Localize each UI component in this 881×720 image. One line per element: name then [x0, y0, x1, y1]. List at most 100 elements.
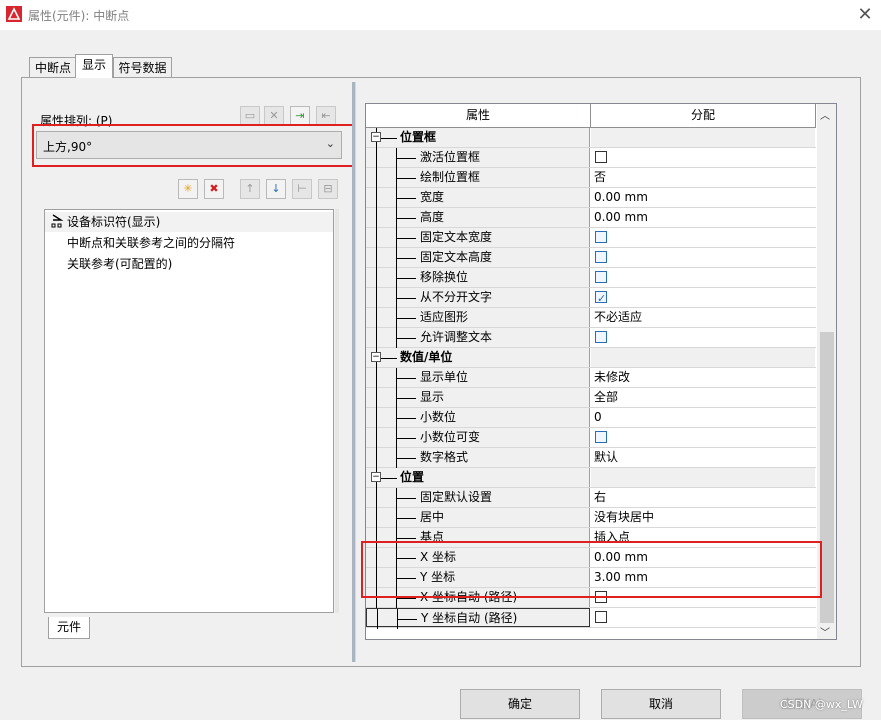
grid-property-row[interactable]: 移除换位	[366, 268, 816, 288]
ok-button[interactable]: 确定	[460, 689, 580, 719]
tree-line	[376, 308, 377, 328]
property-value-cell[interactable]	[591, 228, 815, 247]
property-label: 从不分开文字	[420, 290, 493, 304]
checkbox[interactable]: ✓	[595, 291, 607, 305]
collapse-icon[interactable]: −	[371, 472, 381, 482]
property-value-cell[interactable]	[591, 428, 815, 447]
checkbox[interactable]	[595, 331, 607, 343]
property-value: 否	[594, 170, 607, 184]
property-label: 显示	[420, 390, 445, 404]
grid-property-row[interactable]: 显示单位 未修改	[366, 368, 816, 388]
collapse-icon[interactable]: −	[371, 352, 381, 362]
list-item[interactable]: 关联参考(可配置的)	[67, 254, 172, 274]
remove-icon[interactable]: ✖	[204, 179, 224, 199]
align2-icon[interactable]: ⊟	[318, 179, 338, 199]
scrollbar-thumb[interactable]	[820, 332, 834, 623]
property-value-cell[interactable]	[591, 328, 815, 347]
new-icon[interactable]: ✳	[178, 179, 198, 199]
tree-line	[381, 358, 397, 359]
grid-property-row[interactable]: 适应图形 不必适应	[366, 308, 816, 328]
tree-line	[396, 298, 416, 299]
property-name-cell: 绘制位置框	[366, 168, 590, 188]
tree-line	[396, 338, 416, 339]
grid-property-row[interactable]: 从不分开文字 ✓	[366, 288, 816, 308]
title-bar	[0, 0, 881, 30]
property-value-cell	[591, 468, 815, 487]
save-icon[interactable]: ▭	[240, 106, 260, 126]
cancel-button[interactable]: 取消	[601, 689, 721, 719]
grid-property-row[interactable]: 居中 没有块居中	[366, 508, 816, 528]
close-icon[interactable]: ✕	[852, 2, 878, 28]
property-value-cell[interactable]: 未修改	[591, 368, 815, 387]
property-value-cell[interactable]: 0.00 mm	[591, 188, 815, 207]
tree-line	[376, 488, 377, 508]
list-item[interactable]: 中断点和关联参考之间的分隔符	[67, 233, 235, 253]
grid-group-row[interactable]: − 位置	[366, 468, 816, 488]
property-value-cell[interactable]: 0	[591, 408, 815, 427]
scroll-down-icon[interactable]: ﹀	[820, 624, 830, 639]
import-icon[interactable]: ⇥	[290, 106, 310, 126]
group-label: 位置框	[400, 130, 437, 144]
tree-line	[376, 188, 377, 208]
property-value-cell[interactable]: 默认	[591, 448, 815, 467]
grid-property-row[interactable]: 小数位可变	[366, 428, 816, 448]
tree-line	[376, 248, 377, 268]
grid-property-row[interactable]: 固定默认设置 右	[366, 488, 816, 508]
grid-group-row[interactable]: − 位置框	[366, 128, 816, 148]
property-value-cell[interactable]	[591, 248, 815, 267]
tree-line	[376, 388, 377, 408]
column-header-value[interactable]: 分配	[591, 104, 816, 128]
group-label: 位置	[400, 470, 425, 484]
list-item[interactable]: 设备标识符(显示)	[67, 212, 160, 232]
grid-property-row[interactable]: 激活位置框	[366, 148, 816, 168]
checkbox[interactable]	[595, 611, 607, 623]
property-value-cell[interactable]: 不必适应	[591, 308, 815, 327]
grid-property-row[interactable]: 显示 全部	[366, 388, 816, 408]
property-label: Y 坐标自动 (路径)	[421, 611, 518, 625]
grid-group-row[interactable]: − 数值/单位	[366, 348, 816, 368]
property-value-cell[interactable]: 没有块居中	[591, 508, 815, 527]
delete-icon[interactable]: ✕	[264, 106, 284, 126]
checkbox[interactable]	[595, 271, 607, 283]
property-value: 0	[594, 410, 602, 424]
export-icon[interactable]: ⇤	[316, 106, 336, 126]
tab-display[interactable]: 显示	[75, 54, 113, 78]
checkbox[interactable]	[595, 231, 607, 243]
grid-property-row[interactable]: 绘制位置框 否	[366, 168, 816, 188]
property-name-cell: 高度	[366, 208, 590, 228]
grid-property-row[interactable]: 固定文本高度	[366, 248, 816, 268]
scroll-up-icon[interactable]: ︿	[820, 107, 830, 122]
property-value-cell[interactable]: 0.00 mm	[591, 208, 815, 227]
collapse-icon[interactable]: −	[371, 132, 381, 142]
property-value-cell[interactable]: 全部	[591, 388, 815, 407]
property-value-cell[interactable]	[591, 148, 815, 167]
grid-property-row[interactable]: 宽度 0.00 mm	[366, 188, 816, 208]
tree-line	[396, 378, 416, 379]
align-icon[interactable]: ⊢	[292, 179, 312, 199]
grid-property-row[interactable]: 高度 0.00 mm	[366, 208, 816, 228]
property-label: 小数位	[420, 410, 457, 424]
down-arrow-icon[interactable]: ↓	[266, 179, 286, 199]
up-arrow-icon[interactable]: ↑	[240, 179, 260, 199]
grid-property-row[interactable]: Y 坐标自动 (路径)	[366, 608, 816, 629]
property-value-cell[interactable]	[591, 608, 815, 627]
property-value-cell	[591, 348, 815, 367]
checkbox[interactable]	[595, 151, 607, 163]
property-value-cell[interactable]	[591, 268, 815, 287]
column-header-property[interactable]: 属性	[366, 104, 591, 128]
tab-component[interactable]: 元件	[48, 617, 90, 639]
property-name-cell: 固定默认设置	[366, 488, 590, 508]
grid-property-row[interactable]: 小数位 0	[366, 408, 816, 428]
tab-symbol-data[interactable]: 符号数据	[113, 57, 172, 77]
grid-property-row[interactable]: 固定文本宽度	[366, 228, 816, 248]
property-label: 固定文本宽度	[420, 230, 493, 244]
property-value-cell[interactable]: 否	[591, 168, 815, 187]
property-value-cell[interactable]: ✓	[591, 288, 815, 307]
checkbox[interactable]	[595, 431, 607, 443]
grid-property-row[interactable]: 数字格式 默认	[366, 448, 816, 468]
grid-property-row[interactable]: 允许调整文本	[366, 328, 816, 348]
property-label: 高度	[420, 210, 445, 224]
tab-breakpoint[interactable]: 中断点	[29, 57, 77, 77]
property-value-cell[interactable]: 右	[591, 488, 815, 507]
checkbox[interactable]	[595, 251, 607, 263]
